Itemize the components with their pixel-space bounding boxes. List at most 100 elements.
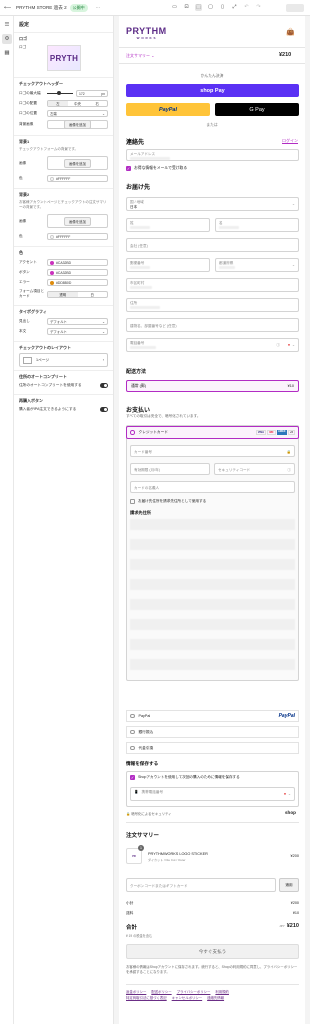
shipping-label: 送料 [126, 911, 134, 915]
gpay-button[interactable]: G Pay [215, 103, 299, 116]
footer-link-cancel[interactable]: キャンセルポリシー [172, 996, 203, 1000]
footer-link-legal[interactable]: 特定商取引法に基づく表記 [126, 996, 167, 1000]
layout-select[interactable]: 1ページ › [19, 353, 108, 368]
flag-icon[interactable]: ● [288, 343, 290, 347]
footer-link-refund[interactable]: 返金ポリシー [126, 990, 146, 994]
cart-icon[interactable]: ⊡ [183, 4, 190, 11]
position-left[interactable]: 左 [48, 101, 68, 106]
position-center[interactable]: 中央 [68, 101, 88, 106]
discount-field[interactable]: クーポンコードまたはギフトカード [126, 878, 276, 892]
button-color-input[interactable]: #CA32BD [47, 269, 108, 277]
first-name-field[interactable]: 名 [215, 218, 299, 232]
payment-desc: すべての取引は安全で、暗号化されています。 [126, 414, 201, 418]
exit-icon[interactable]: ⟵ [4, 5, 11, 11]
mobile-icon[interactable]: ▯ [219, 4, 226, 11]
desktop-preview-icon[interactable]: ▭ [171, 4, 178, 11]
address-field[interactable]: 住所 [126, 298, 299, 312]
secure-label: 暗号化によるセキュリティ [131, 812, 172, 816]
sections-icon[interactable]: ☰ [2, 20, 12, 30]
cvv-field[interactable]: セキュリティコード ⓘ [214, 463, 295, 475]
form-style-segment[interactable]: 透明 白 [47, 290, 108, 298]
postal-field[interactable]: 郵便番号 [126, 258, 210, 272]
country-select[interactable]: 国 / 地域 日本 ⌄ [126, 197, 299, 211]
expiry-field[interactable]: 有効期限 (月/年) [130, 463, 210, 475]
more-menu-button[interactable]: ··· [96, 5, 101, 10]
product-variant: ダイカット / Die Cut / Outer [148, 858, 186, 862]
bg2-image-label: 画像 [19, 218, 27, 223]
building-field[interactable]: 建物名、部屋番号など (任意) [126, 318, 299, 332]
mobile-field[interactable]: 📱 携帯電話番号 ● ⌄ [130, 787, 295, 801]
bg2-add-image-button[interactable]: 画像を追加 [64, 216, 91, 226]
country-label: 国 / 地域 [130, 199, 144, 204]
bg1-add-image-button[interactable]: 画像を追加 [64, 158, 91, 168]
city-field[interactable]: 市区町村 [126, 278, 299, 292]
position-right[interactable]: 右 [87, 101, 107, 106]
billing-same-checkbox[interactable] [130, 499, 135, 504]
bank-radio[interactable] [130, 729, 135, 735]
bg1-swatch [50, 176, 54, 181]
shop-pay-button[interactable]: shop Pay [126, 84, 299, 97]
phone-field[interactable]: 電話番号 ⓘ ● ⌄ [126, 338, 299, 352]
autocomplete-toggle[interactable] [100, 383, 108, 388]
bg2-color-input[interactable]: #FFFFFF [47, 233, 108, 241]
form-white[interactable]: 白 [78, 292, 108, 297]
bank-method-row[interactable]: 銀行振込 [126, 726, 299, 738]
help-icon[interactable]: ⓘ [287, 466, 291, 474]
logo-pos-select[interactable]: 左端 ⌄ [47, 110, 108, 117]
logo-size-input[interactable]: 172 px [76, 90, 108, 97]
card-method-row[interactable]: クレジットカード VISA MC AMEX +5 [126, 426, 299, 439]
settings-icon[interactable]: ⚙ [2, 34, 12, 44]
fullscreen-icon[interactable]: ⤢ [231, 4, 238, 11]
desktop-icon[interactable]: ▢ [207, 4, 214, 11]
footer-link-privacy[interactable]: プライバシーポリシー [177, 990, 211, 994]
save-button[interactable] [286, 4, 304, 12]
login-link[interactable]: ログイン [282, 138, 298, 144]
email-field[interactable]: メールアドレス [126, 149, 299, 161]
card-number-field[interactable]: カード番号 🔒 [130, 445, 295, 457]
flag-icon[interactable]: ● [284, 792, 286, 796]
heading-font-select[interactable]: デフォルト ⌄ [47, 318, 108, 326]
redo-icon[interactable]: ↷ [255, 4, 262, 11]
logo-thumbnail[interactable]: PRYTH [47, 45, 81, 71]
paypal-button[interactable]: PayPal [126, 103, 210, 116]
buy-button-title: 再購入ボタン [19, 398, 43, 404]
undo-icon[interactable]: ↶ [243, 4, 250, 11]
footer-link-contact[interactable]: 連絡先情報 [207, 996, 224, 1000]
cart-bag-icon[interactable]: 👜 [286, 28, 295, 36]
card-radio[interactable] [130, 430, 135, 435]
logo-size-slider[interactable] [47, 91, 73, 96]
body-font-select[interactable]: デフォルト ⌄ [47, 328, 108, 336]
accent-color-input[interactable]: #CA32BD [47, 259, 108, 267]
address-label: 住所 [130, 300, 138, 305]
cod-method-row[interactable]: 代金引換 [126, 742, 299, 754]
brand-sub: W O R K S [136, 36, 156, 40]
order-summary-toggle[interactable]: 注文サマリー ⌄ [126, 53, 154, 59]
logo-position-segment[interactable]: 左 中央 右 [47, 100, 108, 107]
brand-logo[interactable]: PRYTHM W O R K S [126, 26, 167, 40]
pay-now-button[interactable]: 今すぐ支払う [126, 944, 299, 959]
last-name-field[interactable]: 姓 [126, 218, 210, 232]
help-icon[interactable]: ⓘ [276, 343, 280, 348]
add-bg-image-button[interactable]: 画像を追加 [64, 120, 91, 129]
bg1-color-input[interactable]: #FFFFFF [47, 175, 108, 183]
footer-link-terms[interactable]: 利用規約 [215, 990, 229, 994]
card-name-field[interactable]: カードの名義人 [130, 481, 295, 493]
paypal-radio[interactable] [130, 713, 135, 719]
error-color-input[interactable]: #DD8B0D [47, 279, 108, 287]
apps-icon[interactable]: ▦ [2, 48, 12, 58]
form-transparent[interactable]: 透明 [48, 291, 78, 297]
shop-logo: shop [285, 810, 296, 815]
select-tool-icon[interactable]: ⬚ [195, 4, 202, 11]
footer-link-shipping[interactable]: 配送ポリシー [151, 990, 171, 994]
paypal-method-row[interactable]: PayPal PayPal [126, 710, 299, 722]
apply-button[interactable]: 適用 [279, 878, 299, 892]
subtotal-value: ¥200 [290, 901, 299, 905]
remember-checkbox[interactable]: ✓ [130, 775, 135, 780]
newsletter-checkbox[interactable]: ✓ [126, 166, 131, 171]
company-field[interactable]: 会社 (任意) [126, 238, 299, 252]
logo-position-label: ロゴの配置 [19, 101, 37, 105]
shipping-option[interactable]: 通常 (郵) ¥10 [126, 380, 299, 392]
cod-radio[interactable] [130, 745, 135, 751]
buy-button-toggle[interactable] [100, 407, 108, 412]
prefecture-select[interactable]: 都道府県 ⌄ [215, 258, 299, 272]
